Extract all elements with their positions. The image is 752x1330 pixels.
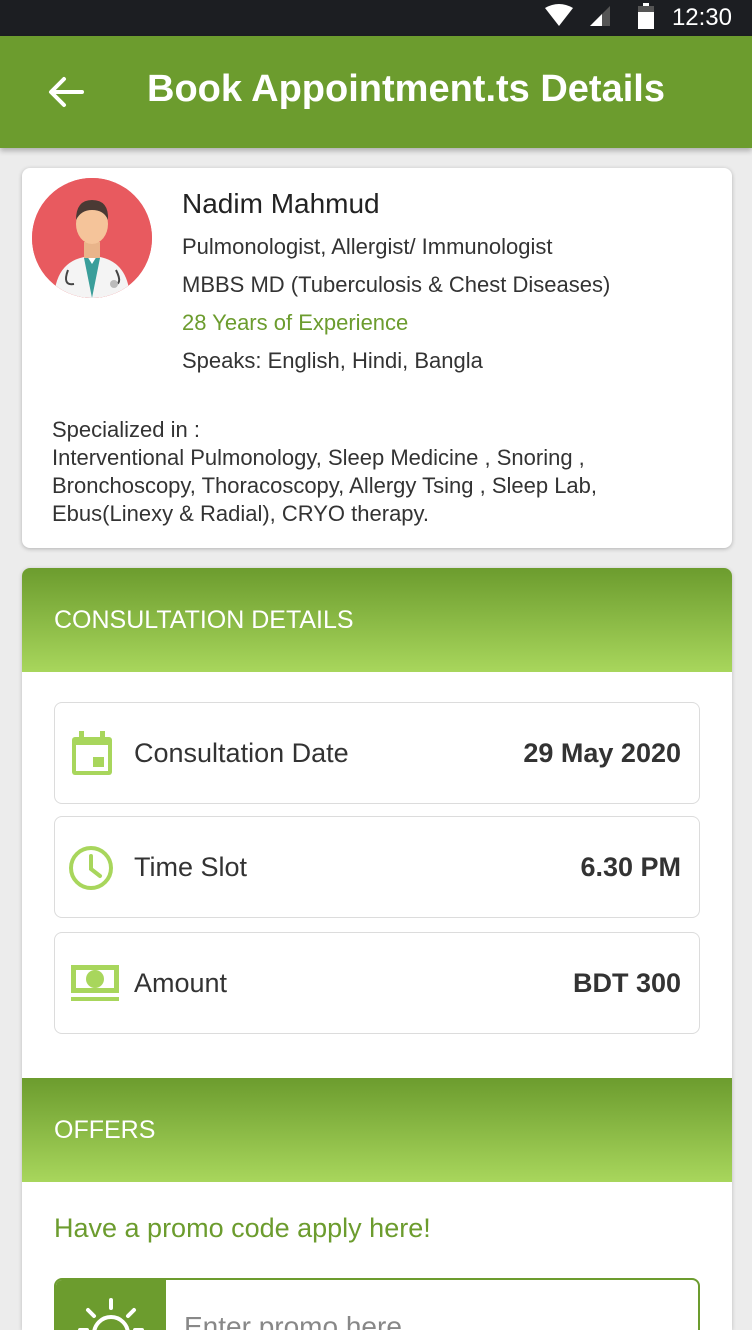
promo-hint: Have a promo code apply here! xyxy=(54,1213,431,1243)
specialized-label: Specialized in : xyxy=(52,417,200,442)
doctor-languages: Speaks: English, Hindi, Bangla xyxy=(182,348,483,373)
specialized-list: Interventional Pulmonology, Sleep Medici… xyxy=(52,445,598,526)
row-value: 29 May 2020 xyxy=(523,738,681,768)
sun-icon xyxy=(56,1280,166,1330)
back-button[interactable] xyxy=(44,70,88,114)
consultation-date-row: Consultation Date 29 May 2020 xyxy=(54,702,700,804)
doctor-avatar xyxy=(32,178,152,298)
doctor-name: Nadim Mahmud xyxy=(182,188,380,219)
specialization-block: Specialized in : Interventional Pulmonol… xyxy=(52,416,712,528)
row-value: 6.30 PM xyxy=(580,852,681,882)
consultation-card: CONSULTATION DETAILS Consultation Date 2… xyxy=(22,568,732,1330)
clock-icon xyxy=(69,845,117,891)
battery-icon xyxy=(637,2,654,34)
calendar-icon xyxy=(69,731,117,777)
row-label: Consultation Date xyxy=(134,738,349,768)
arrow-left-icon xyxy=(49,77,84,107)
doctor-experience: 28 Years of Experience xyxy=(182,310,409,335)
promo-input[interactable] xyxy=(184,1302,684,1330)
time-slot-row: Time Slot 6.30 PM xyxy=(54,816,700,918)
amount-row: Amount BDT 300 xyxy=(54,932,700,1034)
row-value: BDT 300 xyxy=(572,968,681,998)
status-bar: 12:30 xyxy=(0,0,752,36)
row-label: Time Slot xyxy=(134,852,248,882)
app-bar: Book Appointment.ts Details xyxy=(0,36,752,148)
offers-header: OFFERS xyxy=(22,1078,732,1182)
row-label: Amount xyxy=(134,968,228,998)
doctor-card: Nadim Mahmud Pulmonologist, Allergist/ I… xyxy=(22,168,732,548)
money-icon xyxy=(69,961,119,1007)
status-time: 12:30 xyxy=(671,4,732,31)
doctor-info: Nadim Mahmud Pulmonologist, Allergist/ I… xyxy=(182,188,610,386)
signal-icon xyxy=(588,4,612,33)
consultation-header: CONSULTATION DETAILS xyxy=(22,568,732,672)
doctor-specialty: Pulmonologist, Allergist/ Immunologist xyxy=(182,234,553,259)
wifi-icon xyxy=(544,3,574,33)
page-title: Book Appointment.ts Details xyxy=(147,68,665,110)
doctor-degree: MBBS MD (Tuberculosis & Chest Diseases) xyxy=(182,272,611,297)
promo-field xyxy=(54,1278,700,1330)
